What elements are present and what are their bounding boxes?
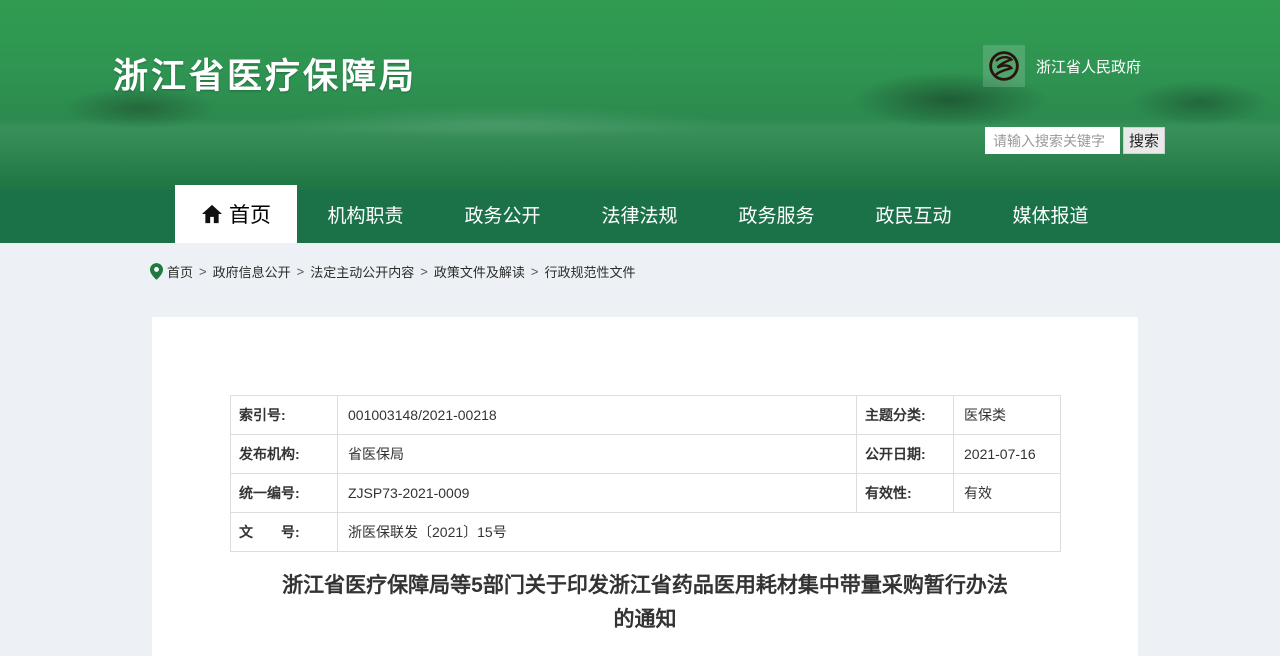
meta-value-index-number: 001003148/2021-00218 xyxy=(338,396,857,435)
nav-item-gov-disclosure[interactable]: 政务公开 xyxy=(434,190,571,243)
content-panel: 索引号: 001003148/2021-00218 主题分类: 医保类 发布机构… xyxy=(152,317,1138,656)
location-pin-icon xyxy=(150,263,163,280)
home-icon xyxy=(201,204,223,224)
nav-item-public-interaction[interactable]: 政民互动 xyxy=(845,190,982,243)
meta-value-publish-date: 2021-07-16 xyxy=(954,435,1061,474)
search-button[interactable]: 搜索 xyxy=(1123,127,1165,154)
meta-value-issuing-agency: 省医保局 xyxy=(338,435,857,474)
meta-label-topic-category: 主题分类: xyxy=(857,396,954,435)
nav-item-duties[interactable]: 机构职责 xyxy=(297,190,434,243)
breadcrumb-item-home[interactable]: 首页 xyxy=(167,262,193,281)
gov-portal-label: 浙江省人民政府 xyxy=(1036,56,1141,77)
gov-portal-link[interactable]: 浙江省人民政府 xyxy=(983,45,1141,87)
search-input[interactable] xyxy=(985,127,1120,154)
nav-items: 首页 机构职责 政务公开 法律法规 政务服务 政民互动 媒体报道 xyxy=(175,190,1119,243)
site-header: 浙江省医疗保障局 浙江省人民政府 搜索 xyxy=(0,0,1280,190)
zhejiang-gov-logo-icon xyxy=(983,45,1025,87)
breadcrumb-item-regulatory-documents[interactable]: 行政规范性文件 xyxy=(544,262,635,281)
breadcrumb-item-policy-documents[interactable]: 政策文件及解读 xyxy=(434,262,525,281)
page: 浙江省医疗保障局 浙江省人民政府 搜索 首页 xyxy=(0,0,1280,656)
meta-label-document-number: 文 号: xyxy=(231,513,338,552)
meta-label-validity: 有效性: xyxy=(857,474,954,513)
meta-row-index-number: 索引号: 001003148/2021-00218 主题分类: 医保类 xyxy=(231,396,1061,435)
breadcrumb-separator: > xyxy=(531,264,539,279)
document-meta-table: 索引号: 001003148/2021-00218 主题分类: 医保类 发布机构… xyxy=(230,395,1061,552)
meta-row-unified-number: 统一编号: ZJSP73-2021-0009 有效性: 有效 xyxy=(231,474,1061,513)
meta-value-unified-number: ZJSP73-2021-0009 xyxy=(338,474,857,513)
main-nav: 首页 机构职责 政务公开 法律法规 政务服务 政民互动 媒体报道 xyxy=(0,190,1280,243)
breadcrumb-separator: > xyxy=(420,264,428,279)
nav-item-gov-services[interactable]: 政务服务 xyxy=(708,190,845,243)
breadcrumb-item-statutory-disclosure[interactable]: 法定主动公开内容 xyxy=(310,262,414,281)
meta-label-unified-number: 统一编号: xyxy=(231,474,338,513)
meta-label-issuing-agency: 发布机构: xyxy=(231,435,338,474)
search-bar: 搜索 xyxy=(985,127,1165,154)
nav-item-label: 首页 xyxy=(229,199,271,229)
document-title-text: 浙江省医疗保障局等5部门关于印发浙江省药品医用耗材集中带量采购暂行办法的通知 xyxy=(275,569,1015,637)
breadcrumb: 首页 > 政府信息公开 > 法定主动公开内容 > 政策文件及解读 > 行政规范性… xyxy=(150,262,635,281)
nav-item-laws[interactable]: 法律法规 xyxy=(571,190,708,243)
breadcrumb-separator: > xyxy=(199,264,207,279)
meta-label-index-number: 索引号: xyxy=(231,396,338,435)
breadcrumb-separator: > xyxy=(297,264,305,279)
meta-row-document-number: 文 号: 浙医保联发〔2021〕15号 xyxy=(231,513,1061,552)
breadcrumb-item-gov-info[interactable]: 政府信息公开 xyxy=(213,262,291,281)
nav-item-media-reports[interactable]: 媒体报道 xyxy=(982,190,1119,243)
meta-value-validity: 有效 xyxy=(954,474,1061,513)
meta-label-publish-date: 公开日期: xyxy=(857,435,954,474)
document-title: 浙江省医疗保障局等5部门关于印发浙江省药品医用耗材集中带量采购暂行办法的通知 xyxy=(152,569,1138,637)
meta-row-issuing-agency: 发布机构: 省医保局 公开日期: 2021-07-16 xyxy=(231,435,1061,474)
nav-item-home[interactable]: 首页 xyxy=(175,185,297,243)
site-title: 浙江省医疗保障局 xyxy=(113,48,417,99)
meta-value-document-number: 浙医保联发〔2021〕15号 xyxy=(338,513,1061,552)
meta-value-topic-category: 医保类 xyxy=(954,396,1061,435)
